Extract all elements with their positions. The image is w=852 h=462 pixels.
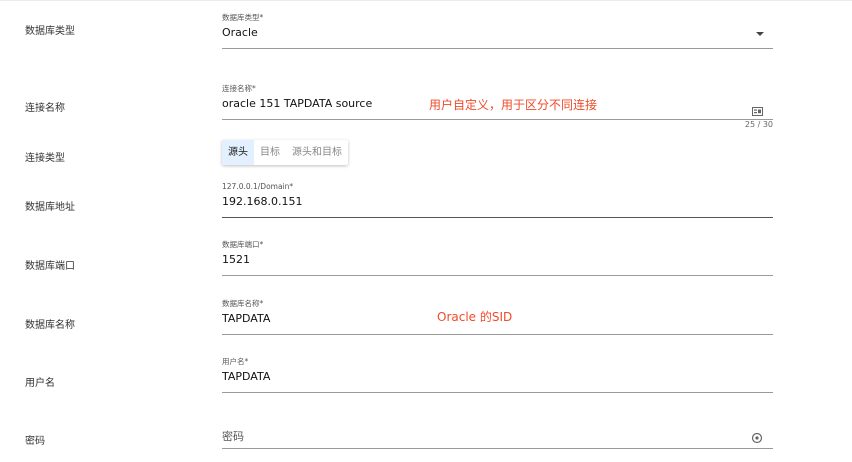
db-type-underline <box>222 48 773 49</box>
db-host-field[interactable]: 127.0.0.1/Domain* 192.168.0.151 <box>222 182 773 218</box>
conn-type-segmented-control: 源头 目标 源头和目标 <box>222 140 348 165</box>
password-row-label: 密码 <box>25 436 45 447</box>
db-type-value: Oracle <box>222 26 258 39</box>
db-port-underline <box>222 275 773 276</box>
id-card-icon[interactable] <box>752 107 763 116</box>
conn-name-float-label: 连接名称* <box>222 84 256 93</box>
top-divider <box>0 0 852 1</box>
username-row-label: 用户名 <box>25 378 55 389</box>
conn-type-option-source-and-target[interactable]: 源头和目标 <box>286 140 348 165</box>
username-input[interactable]: TAPDATA <box>222 370 773 384</box>
db-name-row-label: 数据库名称 <box>25 320 75 331</box>
conn-name-counter: 25 / 30 <box>744 120 773 129</box>
password-input[interactable]: 密码 <box>222 430 773 444</box>
db-type-float-label: 数据库类型* <box>222 13 264 22</box>
db-host-float-label: 127.0.0.1/Domain* <box>222 182 294 191</box>
chevron-down-icon[interactable] <box>756 32 764 36</box>
db-host-underline <box>222 217 773 218</box>
db-type-select[interactable]: 数据库类型* Oracle <box>222 13 773 49</box>
conn-name-row-label: 连接名称 <box>25 103 65 114</box>
eye-icon[interactable] <box>751 432 763 444</box>
conn-type-row-label: 连接类型 <box>25 153 65 164</box>
conn-type-option-source[interactable]: 源头 <box>222 140 254 165</box>
db-port-row-label: 数据库端口 <box>25 261 75 272</box>
conn-name-underline <box>222 119 773 120</box>
conn-type-option-target[interactable]: 目标 <box>254 140 286 165</box>
username-underline <box>222 392 773 393</box>
db-port-float-label: 数据库端口* <box>222 240 264 249</box>
db-host-input[interactable]: 192.168.0.151 <box>222 195 773 209</box>
db-port-field[interactable]: 数据库端口* 1521 <box>222 240 773 276</box>
db-name-underline <box>222 334 773 335</box>
db-port-input[interactable]: 1521 <box>222 253 773 267</box>
password-underline <box>222 448 773 449</box>
db-host-row-label: 数据库地址 <box>25 202 75 213</box>
conn-name-annotation: 用户自定义，用于区分不同连接 <box>429 98 598 112</box>
db-type-row-label: 数据库类型 <box>25 26 75 37</box>
db-name-annotation: Oracle 的SID <box>437 310 513 324</box>
password-field[interactable]: 密码 <box>222 430 773 449</box>
username-float-label: 用户名* <box>222 357 249 366</box>
username-field[interactable]: 用户名* TAPDATA <box>222 357 773 393</box>
